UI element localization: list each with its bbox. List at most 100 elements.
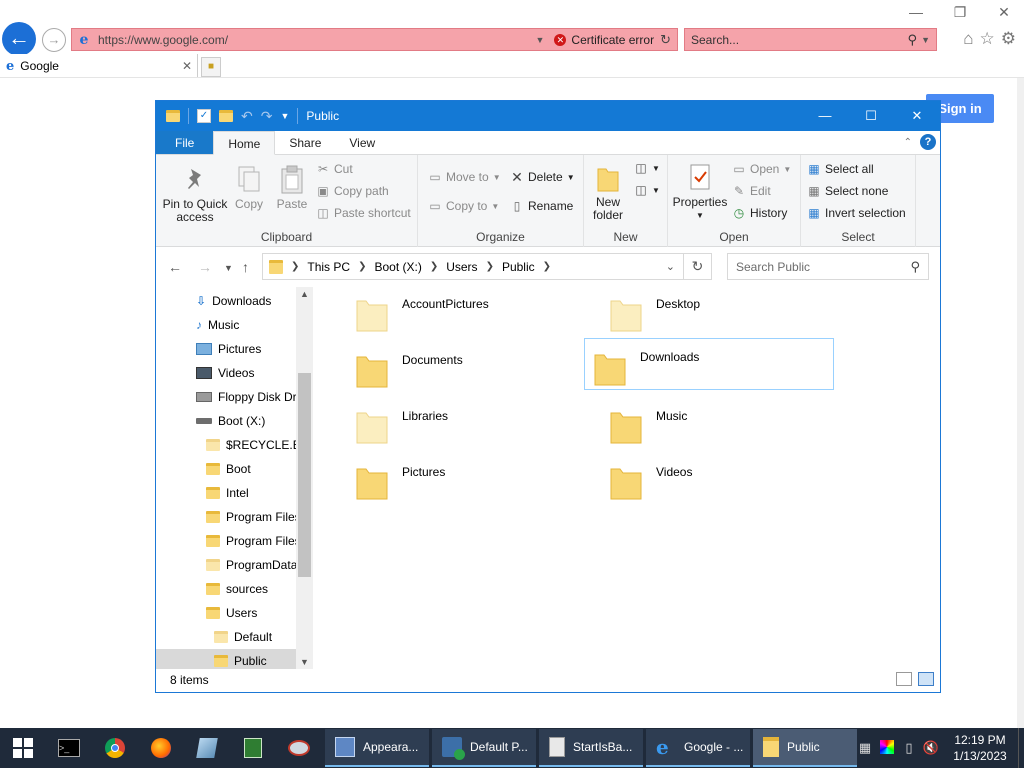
tab-close-icon[interactable]: ✕ [182,59,192,73]
taskbar-app5[interactable] [230,728,276,768]
forward-button[interactable]: → [42,28,66,52]
certificate-error[interactable]: Certificate error [571,33,654,47]
address-url[interactable]: https://www.google.com/ [98,33,535,47]
paste-shortcut-button[interactable]: ◫ Paste shortcut [316,206,410,220]
nav-downloads[interactable]: ⇩ Downloads [196,289,271,313]
help-icon[interactable]: ? [920,134,936,150]
restore-icon[interactable]: ❐ [952,4,968,21]
nav-intel[interactable]: Intel [206,481,249,505]
nav-public[interactable]: Public [156,649,296,669]
page-scrollbar[interactable] [1017,78,1024,728]
up-icon[interactable]: ↑ [242,259,249,275]
nav-program-files-x86[interactable]: Program Files [206,529,301,553]
easy-access-button[interactable]: ◫ ▼ [634,183,660,197]
taskbar-button-startisback[interactable]: StartIsBa... [539,729,643,767]
navigation-scrollbar[interactable]: ▲ ▼ [296,287,313,669]
scroll-down-icon[interactable]: ▼ [296,657,313,667]
browser-tab[interactable]: e Google ✕ [0,54,198,78]
settings-gear-icon[interactable]: ⚙ [1001,29,1016,49]
volume-muted-icon[interactable]: 🔇 [920,740,942,756]
nav-back-icon[interactable]: ← [168,259,182,275]
taskbar-app4[interactable] [184,728,230,768]
select-none-button[interactable]: ▦ Select none [807,184,888,198]
copy-to-button[interactable]: ▭ Copy to ▼ [428,199,499,213]
new-folder-qa-icon[interactable] [219,110,233,122]
tab-file[interactable]: File [156,131,214,154]
refresh-icon[interactable]: ↻ [660,32,671,48]
color-app-icon[interactable] [876,739,898,757]
folder-tile-pictures[interactable]: Pictures [336,455,586,507]
close-icon[interactable]: ✕ [894,101,940,131]
nav-program-files[interactable]: Program Files [206,505,301,529]
nav-sources[interactable]: sources [206,577,268,601]
home-icon[interactable]: ⌂ [963,29,973,49]
breadcrumb-separator[interactable]: ❯ [486,261,494,272]
system-clock[interactable]: 12:19 PM 1/13/2023 [942,732,1018,764]
properties-button[interactable]: Properties ▼ [670,163,730,222]
certificate-error-icon[interactable]: ✕ [554,33,567,46]
scroll-thumb[interactable] [298,373,311,577]
redo-icon[interactable]: ↷ [261,108,273,125]
browser-search-box[interactable]: Search... ⚲ ▼ [684,28,937,51]
copy-path-button[interactable]: ▣ Copy path [316,184,388,198]
scroll-up-icon[interactable]: ▲ [296,289,313,299]
nav-floppy[interactable]: Floppy Disk Dri [196,385,299,409]
tab-view[interactable]: View [335,131,389,154]
open-button[interactable]: ▭ Open ▼ [732,162,791,176]
taskbar-cmd[interactable]: >_ [46,728,92,768]
search-dropdown-icon[interactable]: ▼ [921,35,930,45]
properties-qa-icon[interactable]: ✓ [197,109,211,123]
favorites-star-icon[interactable]: ☆ [980,29,995,49]
address-dropdown-icon[interactable]: ▼ [535,35,544,45]
folder-tile-videos[interactable]: Videos [590,455,840,507]
folder-tile-desktop[interactable]: Desktop [590,287,840,339]
details-view-icon[interactable] [896,672,912,686]
recent-locations-icon[interactable]: ▼ [224,263,233,273]
history-button[interactable]: ◷ History [732,206,788,220]
explorer-search-box[interactable]: Search Public ⚲ [727,253,929,280]
taskbar-button-appearance[interactable]: Appeara... [325,729,429,767]
folder-tile-music[interactable]: Music [590,399,840,451]
breadcrumb-separator[interactable]: ❯ [543,261,551,272]
taskbar-button-public[interactable]: Public [753,729,857,767]
taskbar-app6[interactable] [276,728,322,768]
close-icon[interactable]: ✕ [996,4,1012,21]
maximize-icon[interactable]: ☐ [848,101,894,131]
back-button[interactable]: ← [2,22,36,56]
cut-button[interactable]: ✂ Cut [316,162,353,176]
search-icon[interactable]: ⚲ [908,32,918,48]
explorer-title-bar[interactable]: ✓ ↶ ↷ ▼ Public — ☐ ✕ [156,101,940,131]
nav-users[interactable]: Users [206,601,257,625]
show-desktop-button[interactable] [1018,728,1024,768]
paste-button[interactable]: Paste [274,165,310,211]
copy-button[interactable]: Copy [232,165,266,211]
nav-pictures[interactable]: Pictures [196,337,261,361]
folder-tile-downloads[interactable]: Downloads [584,338,834,390]
taskbar-firefox[interactable] [138,728,184,768]
folder-tile-accountpictures[interactable]: AccountPictures [336,287,586,339]
nav-boot[interactable]: Boot [206,457,251,481]
breadcrumb-boot[interactable]: Boot (X:) [374,260,421,274]
taskbar-chrome[interactable] [92,728,138,768]
rename-button[interactable]: ▯ Rename [510,199,574,213]
explorer-address-bar[interactable]: ❯ This PC ❯ Boot (X:) ❯ Users ❯ Public ❯… [262,253,684,280]
breadcrumb-separator[interactable]: ❯ [430,261,438,272]
usb-device-icon[interactable]: ▯ [898,740,920,756]
breadcrumb-users[interactable]: Users [446,260,477,274]
nav-videos[interactable]: Videos [196,361,254,385]
nav-programdata[interactable]: ProgramData [206,553,297,577]
network-icon[interactable]: ▦ [854,740,876,756]
large-icons-view-icon[interactable] [918,672,934,686]
nav-forward-icon[interactable]: → [198,259,212,275]
explorer-search-placeholder[interactable]: Search Public [736,260,910,274]
breadcrumb-separator[interactable]: ❯ [358,261,366,272]
start-button[interactable] [0,728,46,768]
explorer-refresh-button[interactable]: ↻ [684,253,712,280]
folder-tile-libraries[interactable]: Libraries [336,399,586,451]
nav-music[interactable]: ♪ Music [196,313,239,337]
browser-search-placeholder[interactable]: Search... [691,33,908,47]
collapse-ribbon-icon[interactable]: ⌃ [904,137,912,148]
nav-boot-drive[interactable]: Boot (X:) [196,409,265,433]
nav-default[interactable]: Default [214,625,272,649]
select-all-button[interactable]: ▦ Select all [807,162,873,176]
